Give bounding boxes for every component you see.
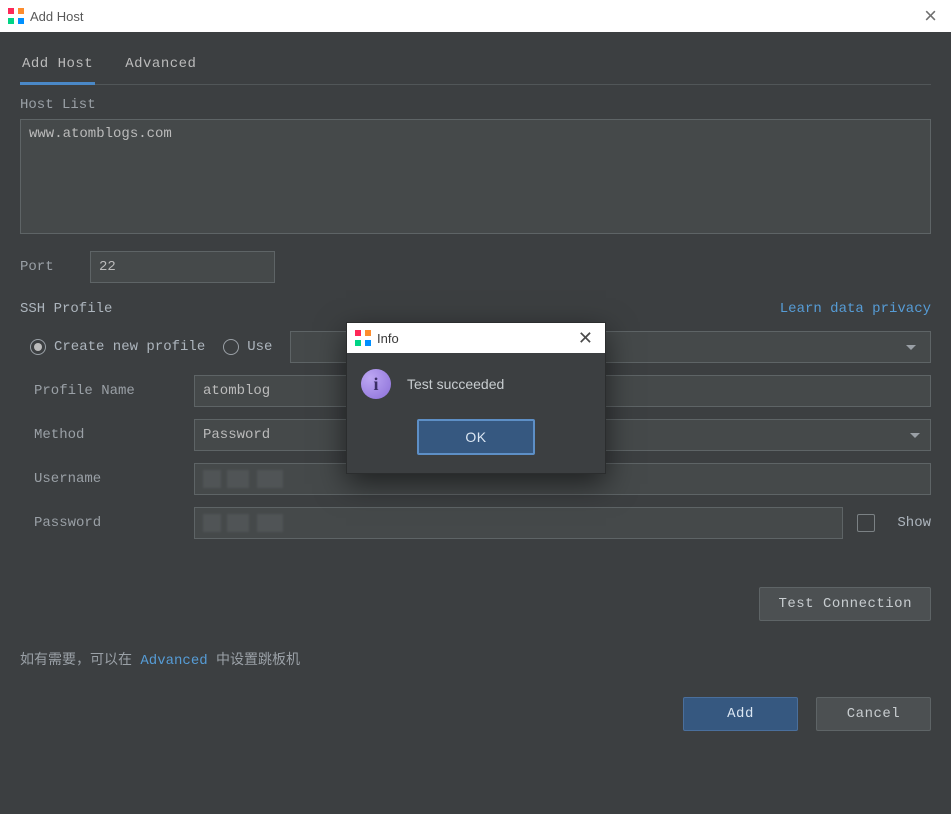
radio-dot-icon	[30, 339, 46, 355]
info-dialog-close-button[interactable]: ✕	[574, 328, 597, 349]
tab-bar: Add Host Advanced	[20, 50, 931, 85]
tab-add-host[interactable]: Add Host	[20, 50, 95, 85]
radio-create-new-profile[interactable]: Create new profile	[30, 339, 205, 355]
info-dialog-title: Info	[377, 331, 399, 346]
window-title: Add Host	[30, 9, 83, 24]
tab-advanced[interactable]: Advanced	[123, 50, 198, 84]
host-list-label: Host List	[20, 97, 931, 113]
window-titlebar: Add Host ×	[0, 0, 951, 32]
app-icon	[355, 330, 371, 346]
hint-advanced-link[interactable]: Advanced	[140, 653, 207, 669]
host-list-input[interactable]	[20, 119, 931, 234]
chevron-down-icon	[906, 345, 916, 350]
method-label: Method	[20, 427, 180, 443]
ssh-profile-label: SSH Profile	[20, 301, 112, 317]
password-input[interactable]	[194, 507, 843, 539]
window-close-button[interactable]: ×	[918, 5, 943, 27]
app-icon	[8, 8, 24, 24]
radio-use-existing[interactable]: Use	[223, 339, 272, 355]
hint-prefix: 如有需要，可以在	[20, 653, 140, 669]
test-connection-button[interactable]: Test Connection	[759, 587, 931, 621]
cancel-button[interactable]: Cancel	[816, 697, 931, 731]
info-dialog-ok-button[interactable]: OK	[417, 419, 535, 455]
info-dialog: Info ✕ i Test succeeded OK	[346, 322, 606, 474]
advanced-hint: 如有需要，可以在 Advanced 中设置跳板机	[20, 649, 931, 669]
show-password-label: Show	[897, 515, 931, 531]
port-input[interactable]	[90, 251, 275, 283]
add-button[interactable]: Add	[683, 697, 798, 731]
username-label: Username	[20, 471, 180, 487]
hint-suffix: 中设置跳板机	[208, 653, 300, 669]
port-label: Port	[20, 259, 76, 275]
radio-use-label: Use	[247, 339, 272, 355]
radio-create-label: Create new profile	[54, 339, 205, 355]
method-value: Password	[203, 427, 270, 443]
dialog-body: Add Host Advanced Host List Port SSH Pro…	[0, 32, 951, 814]
chevron-down-icon	[910, 433, 920, 438]
show-password-checkbox[interactable]	[857, 514, 875, 532]
profile-name-label: Profile Name	[20, 383, 180, 399]
password-label: Password	[20, 515, 180, 531]
radio-dot-icon	[223, 339, 239, 355]
learn-data-privacy-link[interactable]: Learn data privacy	[780, 301, 931, 317]
info-dialog-message: Test succeeded	[407, 376, 504, 392]
info-icon: i	[361, 369, 391, 399]
info-dialog-titlebar: Info ✕	[347, 323, 605, 353]
